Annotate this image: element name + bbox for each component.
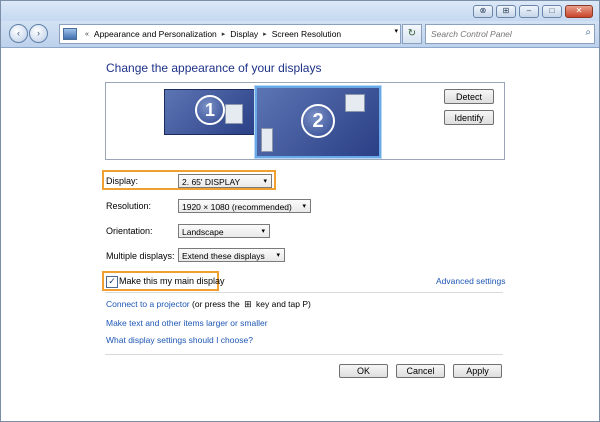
desktop-icon (225, 104, 243, 124)
connect-projector-link[interactable]: Connect to a projector (106, 299, 190, 309)
close-button[interactable]: ✕ (565, 5, 593, 18)
chevron-down-icon: ▾ (276, 252, 280, 259)
content-area: Change the appearance of your displays 1… (1, 48, 599, 421)
resolution-label: Resolution: (106, 201, 152, 211)
windows-key-icon: ⊞ (244, 299, 252, 309)
monitor-arrangement: 1 2 Detect Identify (105, 82, 505, 160)
display-select[interactable]: 2. 65' DISPLAY ▾ (178, 174, 272, 188)
breadcrumb-prefix[interactable]: « (85, 31, 89, 38)
address-bar[interactable]: « Appearance and Personalization ▸ Displ… (59, 24, 401, 44)
resolution-select[interactable]: 1920 × 1080 (recommended) ▾ (178, 199, 311, 213)
divider (105, 292, 503, 293)
monitor-1[interactable]: 1 (164, 89, 256, 135)
multiple-displays-select[interactable]: Extend these displays ▾ (178, 248, 285, 262)
search-input[interactable] (429, 25, 573, 43)
aero-button[interactable]: ⊞ (496, 5, 516, 18)
navigation-bar: ‹ › « Appearance and Personalization ▸ D… (1, 21, 599, 48)
chevron-down-icon: ▾ (263, 178, 267, 185)
breadcrumb-display[interactable]: Display (230, 29, 258, 39)
breadcrumb-appearance[interactable]: Appearance and Personalization (94, 29, 217, 39)
chevron-down-icon: ▾ (261, 228, 265, 235)
desktop-icon (345, 94, 365, 112)
control-panel-window: ⊗ ⊞ – □ ✕ ‹ › « Appearance and Personali… (0, 0, 600, 422)
monitor-1-number: 1 (195, 95, 225, 125)
multiple-displays-value: Extend these displays (182, 251, 265, 261)
forward-button[interactable]: › (29, 24, 48, 43)
title-bar: ⊗ ⊞ – □ ✕ (1, 1, 599, 21)
main-display-label[interactable]: Make this my main display (119, 276, 225, 286)
search-icon[interactable]: ⌕ (585, 27, 591, 38)
desktop-icon (261, 128, 273, 152)
projector-line: Connect to a projector (or press the ⊞ k… (106, 299, 311, 310)
ok-button[interactable]: OK (339, 364, 388, 378)
maximize-button[interactable]: □ (542, 5, 562, 18)
identify-button[interactable]: Identify (444, 110, 494, 125)
orientation-select[interactable]: Landscape ▾ (178, 224, 270, 238)
breadcrumb-separator[interactable]: ▸ (263, 30, 267, 38)
multiple-displays-label: Multiple displays: (106, 251, 175, 261)
breadcrumb-separator[interactable]: ▸ (222, 30, 226, 38)
control-panel-icon (63, 28, 77, 40)
monitor-2-number: 2 (301, 104, 335, 138)
orientation-value: Landscape (182, 227, 224, 237)
page-title: Change the appearance of your displays (106, 61, 322, 75)
refresh-button[interactable]: ↻ (402, 24, 422, 44)
divider (105, 354, 503, 355)
detect-button[interactable]: Detect (444, 89, 494, 104)
minimize-button[interactable]: – (519, 5, 539, 18)
text-size-link[interactable]: Make text and other items larger or smal… (106, 318, 268, 328)
chevron-down-icon: ▾ (302, 203, 306, 210)
window-controls: ⊗ ⊞ – □ ✕ (473, 5, 593, 18)
main-display-checkbox[interactable]: ✓ (106, 276, 118, 288)
address-dropdown-icon[interactable]: ▾ (394, 27, 398, 35)
display-help-link[interactable]: What display settings should I choose? (106, 335, 253, 345)
monitor-2[interactable]: 2 (255, 86, 381, 158)
resolution-value: 1920 × 1080 (recommended) (182, 202, 292, 212)
breadcrumb-screen-resolution[interactable]: Screen Resolution (272, 29, 341, 39)
cancel-button[interactable]: Cancel (396, 364, 445, 378)
orientation-label: Orientation: (106, 226, 153, 236)
projector-hint-after: key and tap P) (256, 299, 311, 309)
switch-window-button[interactable]: ⊗ (473, 5, 493, 18)
apply-button[interactable]: Apply (453, 364, 502, 378)
advanced-settings-link[interactable]: Advanced settings (436, 276, 505, 286)
search-box[interactable]: ⌕ (425, 24, 595, 44)
projector-hint-before: (or press the (192, 299, 240, 309)
display-label: Display: (106, 176, 139, 186)
back-button[interactable]: ‹ (9, 24, 28, 43)
display-value: 2. 65' DISPLAY (182, 177, 241, 187)
